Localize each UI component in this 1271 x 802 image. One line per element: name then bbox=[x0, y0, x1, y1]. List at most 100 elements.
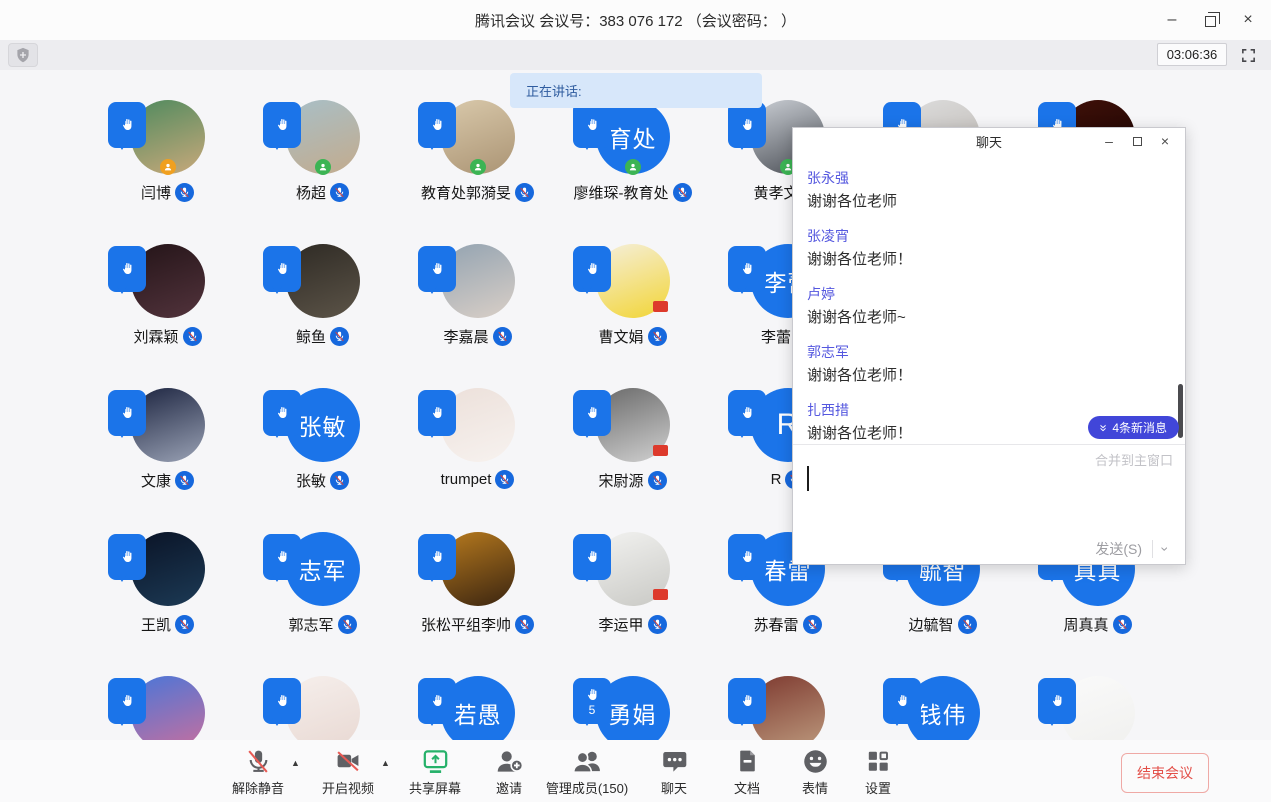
hand-raised-badge bbox=[108, 390, 146, 436]
participant-name: 刘霖颖 bbox=[133, 326, 178, 347]
participant-tile[interactable]: 育处 廖维琛-教育处 bbox=[555, 96, 710, 240]
hand-raised-badge bbox=[728, 390, 766, 436]
hand-raised-badge bbox=[728, 678, 766, 724]
participant-name-row: 文康 bbox=[141, 470, 194, 491]
participant-name-row: 边毓智 bbox=[908, 614, 976, 635]
participant-name-row: 张敏 bbox=[296, 470, 349, 491]
participant-name-row: 郭志军 bbox=[288, 614, 356, 635]
send-options-chevron-icon[interactable]: › bbox=[1153, 541, 1177, 557]
presence-badge bbox=[625, 447, 641, 463]
presence-badge bbox=[470, 303, 486, 319]
participant-name-row: 王凯 bbox=[141, 614, 194, 635]
restore-icon[interactable] bbox=[1195, 5, 1225, 35]
toolbar-settings-button[interactable]: 设置 bbox=[808, 746, 948, 797]
chat-sender-name: 张凌宵 bbox=[807, 224, 1171, 248]
participant-name-row: 教育处郭漪旻 bbox=[421, 182, 534, 203]
presence-badge bbox=[315, 303, 331, 319]
presence-badge bbox=[160, 159, 176, 175]
hand-raised-badge bbox=[108, 534, 146, 580]
participant-name: trumpet bbox=[441, 471, 492, 488]
chat-message-text: 谢谢各位老师！ bbox=[807, 248, 1171, 272]
participant-tile[interactable]: 宋尉源 bbox=[555, 384, 710, 528]
participant-name-row: 宋尉源 bbox=[598, 470, 666, 491]
hand-raised-badge: 5 bbox=[573, 678, 611, 724]
participant-tile[interactable]: 志军 郭志军 bbox=[245, 528, 400, 672]
settings-icon bbox=[865, 746, 891, 776]
status-strip: 03:06:36 bbox=[0, 40, 1271, 70]
participant-name: 杨超 bbox=[296, 182, 326, 203]
mic-muted-badge bbox=[648, 471, 667, 490]
participant-tile[interactable]: 杨超 bbox=[245, 96, 400, 240]
chat-maximize-icon[interactable] bbox=[1123, 129, 1151, 153]
chat-minimize-icon[interactable]: – bbox=[1095, 129, 1123, 153]
participant-tile[interactable]: trumpet bbox=[400, 384, 555, 528]
participant-name: 宋尉源 bbox=[598, 470, 643, 491]
participant-tile[interactable]: 鲸鱼 bbox=[245, 240, 400, 384]
participant-name-row: 曹文娟 bbox=[598, 326, 666, 347]
hand-raised-badge bbox=[263, 102, 301, 148]
hand-raised-badge bbox=[263, 246, 301, 292]
end-meeting-button[interactable]: 结束会议 bbox=[1121, 753, 1209, 793]
hand-raised-badge bbox=[418, 102, 456, 148]
fullscreen-icon[interactable] bbox=[1237, 44, 1259, 66]
presence-badge bbox=[160, 591, 176, 607]
participant-tile[interactable]: 张敏 张敏 bbox=[245, 384, 400, 528]
presence-badge bbox=[625, 591, 641, 607]
close-icon[interactable]: × bbox=[1233, 5, 1263, 35]
mic-muted-badge bbox=[958, 615, 977, 634]
chat-message-list[interactable]: 张永强 谢谢各位老师 张凌宵 谢谢各位老师！ 卢婷 谢谢各位老师~ 郭志军 谢谢… bbox=[793, 154, 1185, 444]
participant-name: 张敏 bbox=[296, 470, 326, 491]
bottom-toolbar: 结束会议 解除静音 ▲ 开启视频 ▲ 共享屏幕 邀请 管理成员(150) 聊天 … bbox=[0, 740, 1271, 802]
participant-tile[interactable]: 教育处郭漪旻 bbox=[400, 96, 555, 240]
hand-raised-badge bbox=[573, 246, 611, 292]
participant-tile[interactable]: 李嘉晨 bbox=[400, 240, 555, 384]
flag-badge bbox=[653, 589, 668, 600]
participant-name: 闫博 bbox=[141, 182, 171, 203]
hand-raised-badge bbox=[573, 534, 611, 580]
participant-name-row: 张松平组李帅 bbox=[421, 614, 534, 635]
hand-raised-badge bbox=[1038, 678, 1076, 724]
chat-close-icon[interactable]: × bbox=[1151, 129, 1179, 153]
mic-muted-badge bbox=[330, 471, 349, 490]
participant-tile[interactable]: 张松平组李帅 bbox=[400, 528, 555, 672]
chat-sender-name: 郭志军 bbox=[807, 340, 1171, 364]
mic-muted-badge bbox=[183, 327, 202, 346]
participant-tile[interactable]: 王凯 bbox=[90, 528, 245, 672]
participant-name-row: 李嘉晨 bbox=[443, 326, 511, 347]
window-titlebar: 腾讯会议 会议号：383 076 172 （会议密码： ） – × bbox=[0, 0, 1271, 40]
chat-scrollbar[interactable] bbox=[1178, 384, 1183, 438]
new-messages-pill[interactable]: » 4条新消息 bbox=[1088, 416, 1179, 439]
flag-badge bbox=[653, 301, 668, 312]
mic-muted-badge bbox=[648, 327, 667, 346]
chat-message: 张凌宵 谢谢各位老师！ bbox=[807, 224, 1171, 272]
chat-input-area[interactable]: 合并到主窗口 发送(S) › bbox=[793, 444, 1185, 566]
hand-raised-badge bbox=[573, 390, 611, 436]
participant-tile[interactable]: 曹文娟 bbox=[555, 240, 710, 384]
chat-titlebar[interactable]: 聊天 – × bbox=[793, 128, 1185, 154]
text-caret bbox=[807, 466, 809, 491]
presence-badge bbox=[315, 159, 331, 175]
participant-name-row: trumpet bbox=[441, 470, 515, 489]
chat-sender-name: 卢婷 bbox=[807, 282, 1171, 306]
chat-message-text: 谢谢各位老师 bbox=[807, 190, 1171, 214]
participant-name-row: 鲸鱼 bbox=[296, 326, 349, 347]
participant-name: 廖维琛-教育处 bbox=[574, 182, 669, 203]
presence-badge bbox=[160, 303, 176, 319]
chat-message: 卢婷 谢谢各位老师~ bbox=[807, 282, 1171, 330]
mic-muted-badge bbox=[175, 615, 194, 634]
security-shield-icon[interactable] bbox=[8, 43, 38, 67]
participant-name: R bbox=[771, 471, 782, 488]
participant-tile[interactable]: 刘霖颖 bbox=[90, 240, 245, 384]
send-button[interactable]: 发送(S) bbox=[1095, 539, 1152, 559]
presence-badge bbox=[625, 159, 641, 175]
mic-muted-badge bbox=[1113, 615, 1132, 634]
presence-badge bbox=[780, 591, 796, 607]
participant-tile[interactable]: 闫博 bbox=[90, 96, 245, 240]
hand-raised-badge bbox=[883, 678, 921, 724]
minimize-icon[interactable]: – bbox=[1157, 5, 1187, 35]
hand-raised-badge bbox=[418, 678, 456, 724]
merge-to-main-link[interactable]: 合并到主窗口 bbox=[1095, 450, 1173, 469]
participant-tile[interactable]: 文康 bbox=[90, 384, 245, 528]
camera-off-icon bbox=[334, 746, 362, 776]
participant-tile[interactable]: 李运甲 bbox=[555, 528, 710, 672]
